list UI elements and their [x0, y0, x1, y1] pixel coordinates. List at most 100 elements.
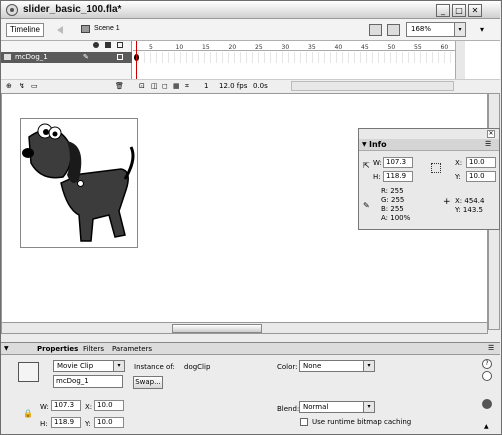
- show-hide-icon[interactable]: [93, 42, 99, 48]
- instance-of-label: Instance of:: [134, 363, 175, 371]
- info-green: G: 255: [381, 196, 405, 204]
- chevron-down-icon: ▾: [363, 402, 374, 412]
- scene-breadcrumb[interactable]: Scene 1: [94, 25, 120, 32]
- registration-point[interactable]: [77, 180, 84, 187]
- ruler-tick: 15: [202, 44, 210, 51]
- tab-parameters[interactable]: Parameters: [112, 345, 152, 353]
- info-h-field[interactable]: 118.9: [383, 171, 413, 182]
- current-frame: 1: [204, 82, 209, 90]
- edit-scene-icon[interactable]: [369, 24, 382, 36]
- info-panel-header[interactable]: ▼ Info ☰: [359, 139, 499, 151]
- ruler-tick: 40: [334, 44, 343, 51]
- onion-outline-icon[interactable]: ◻: [162, 82, 168, 90]
- elapsed-time: 0.0s: [253, 82, 268, 90]
- expand-triangle-icon[interactable]: ▲: [484, 423, 489, 430]
- accessibility-icon[interactable]: [482, 371, 492, 381]
- outline-color-icon[interactable]: [117, 54, 123, 60]
- frame-ruler[interactable]: 5 10 15 20 25 30 35 40 45 50 55 60: [133, 41, 455, 51]
- lock-all-icon[interactable]: [105, 42, 111, 48]
- prop-x-field[interactable]: 10.0: [94, 400, 124, 411]
- layer-row-mcdog[interactable]: mcDog_1 ✎: [1, 52, 132, 63]
- registration-grid-icon[interactable]: [431, 163, 441, 173]
- instance-name-input[interactable]: mcDog_1: [53, 375, 123, 388]
- back-arrow-icon[interactable]: [57, 26, 63, 34]
- ruler-tick: 45: [361, 44, 369, 51]
- ruler-tick: 30: [281, 44, 290, 51]
- add-layer-icon[interactable]: ⊕: [6, 82, 12, 90]
- ruler-tick: 20: [228, 44, 237, 51]
- document-icon: [6, 4, 18, 16]
- movie-clip-symbol-icon: [18, 362, 39, 382]
- collapse-chevron-icon[interactable]: ▾: [480, 25, 484, 34]
- info-w-field[interactable]: 107.3: [383, 157, 413, 168]
- panel-menu-icon[interactable]: ☰: [485, 140, 491, 148]
- edit-multiple-icon[interactable]: ▦: [173, 82, 180, 90]
- minimize-button[interactable]: _: [436, 4, 450, 17]
- symbol-type-select[interactable]: Movie Clip ▾: [53, 360, 125, 372]
- prop-h-field[interactable]: 118.9: [51, 417, 81, 428]
- color-select[interactable]: None ▾: [299, 360, 375, 372]
- center-frame-icon[interactable]: ⊡: [139, 82, 145, 90]
- ruler-tick: 55: [414, 44, 422, 51]
- ruler-tick: 60: [440, 44, 449, 51]
- info-y-field[interactable]: 10.0: [466, 171, 496, 182]
- zoom-select[interactable]: 168% ▾: [406, 22, 466, 37]
- symbol-type-value: Movie Clip: [57, 362, 94, 370]
- chevron-down-icon: ▾: [113, 361, 124, 371]
- help-icon[interactable]: ?: [482, 359, 492, 369]
- frame-rate[interactable]: 12.0 fps: [219, 82, 247, 90]
- layer-icon: [4, 54, 11, 60]
- properties-panel: ▼ Properties Filters Parameters ☰ Movie …: [1, 342, 500, 434]
- edit-symbol-icon[interactable]: [387, 24, 400, 36]
- outline-icon[interactable]: [117, 42, 123, 48]
- collapse-triangle-icon: ▼: [362, 141, 367, 148]
- timeline-horizontal-scrollbar[interactable]: [291, 81, 454, 91]
- delete-layer-icon[interactable]: 🗑: [115, 82, 124, 90]
- tab-properties[interactable]: Properties: [37, 345, 78, 353]
- ruler-tick: 10: [175, 44, 184, 51]
- prop-w-field[interactable]: 107.3: [51, 400, 81, 411]
- cursor-x: X: 454.4: [455, 197, 485, 205]
- color-value: None: [303, 362, 322, 370]
- prop-x-label: X:: [85, 403, 93, 411]
- bitmap-caching-checkbox[interactable]: [300, 418, 308, 426]
- zoom-value: 168%: [411, 25, 432, 33]
- cursor-y: Y: 143.5: [455, 206, 483, 214]
- timeline-toggle-button[interactable]: Timeline: [6, 23, 44, 37]
- panel-menu-icon[interactable]: ☰: [488, 344, 494, 352]
- edit-bar: Timeline Scene 1 168% ▾ ▾: [1, 19, 500, 41]
- blend-select[interactable]: Normal ▾: [299, 401, 375, 413]
- eyedropper-icon: ✎: [363, 201, 370, 210]
- maximize-button[interactable]: □: [452, 4, 466, 17]
- frames-row[interactable]: [133, 52, 455, 63]
- add-folder-icon[interactable]: ▭: [31, 82, 38, 90]
- alert-icon[interactable]: [482, 399, 492, 409]
- info-h-label: H:: [373, 173, 381, 181]
- swap-button[interactable]: Swap...: [133, 376, 163, 389]
- onion-markers-icon[interactable]: ⌗: [185, 82, 189, 91]
- blend-label: Blend:: [277, 405, 300, 413]
- properties-tabs: ▼ Properties Filters Parameters ☰: [1, 343, 500, 355]
- crosshair-icon: +: [443, 197, 451, 207]
- add-guide-icon[interactable]: ↯: [19, 82, 25, 90]
- info-w-label: W:: [373, 159, 382, 167]
- timeline-footer: ⊕ ↯ ▭ 🗑 ⊡ ◫ ◻ ▦ ⌗ 1 12.0 fps 0.0s: [1, 79, 500, 92]
- size-icon: ⇱: [363, 161, 370, 170]
- horizontal-scroll-thumb[interactable]: [172, 324, 262, 333]
- onion-skin-icon[interactable]: ◫: [151, 82, 158, 90]
- panel-close-button[interactable]: ✕: [487, 130, 495, 138]
- collapse-triangle-icon[interactable]: ▼: [4, 345, 9, 352]
- tab-filters[interactable]: Filters: [83, 345, 104, 353]
- info-blue: B: 255: [381, 205, 404, 213]
- close-button[interactable]: ✕: [468, 4, 482, 17]
- blend-value: Normal: [303, 403, 329, 411]
- timeline-vertical-scrollbar[interactable]: [455, 41, 465, 79]
- info-x-field[interactable]: 10.0: [466, 157, 496, 168]
- info-x-label: X:: [455, 159, 463, 167]
- stage-horizontal-scrollbar[interactable]: [1, 322, 488, 334]
- lock-icon[interactable]: 🔒: [23, 409, 33, 418]
- prop-w-label: W:: [40, 403, 49, 411]
- timeline-panel: mcDog_1 ✎ 5 10 15 20 25 30 35 40 45 50 55 60 ⊕ ↯ ▭ …: [1, 41, 500, 92]
- prop-y-field[interactable]: 10.0: [94, 417, 124, 428]
- chevron-down-icon: ▾: [454, 23, 465, 36]
